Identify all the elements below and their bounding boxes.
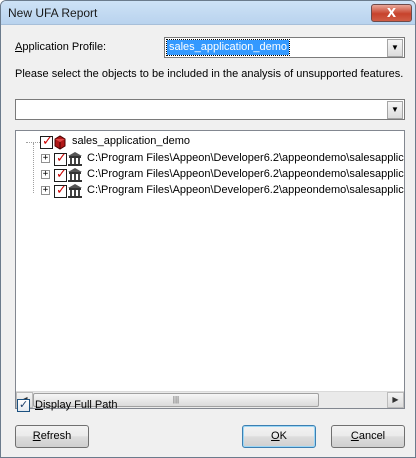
- new-ufa-report-dialog: New UFA Report X Application Profile: sa…: [0, 0, 416, 458]
- expand-icon[interactable]: +: [41, 170, 50, 179]
- item-checkbox[interactable]: ✓: [54, 167, 67, 182]
- expand-icon[interactable]: +: [41, 154, 50, 163]
- tree-item[interactable]: + ✓ C:\Program Files\Appeon\Developer6.2…: [16, 167, 404, 183]
- chevron-down-icon[interactable]: ▼: [387, 101, 403, 119]
- checkmark-icon: ✓: [19, 399, 29, 411]
- tree-item[interactable]: + ✓ C:\Program Files\Appeon\Developer6.2…: [16, 183, 404, 199]
- object-filter-value: [18, 102, 22, 117]
- item-checkbox[interactable]: ✓: [54, 151, 67, 166]
- object-filter-select[interactable]: ▼: [15, 99, 405, 120]
- dialog-body: Application Profile: sales_application_d…: [8, 27, 409, 452]
- scroll-right-icon[interactable]: ▶: [387, 392, 404, 408]
- library-icon: [68, 168, 82, 182]
- application-profile-value: sales_application_demo: [165, 39, 291, 56]
- application-profile-select[interactable]: sales_application_demo ▼: [164, 37, 405, 58]
- instruction-text: Please select the objects to be included…: [15, 68, 404, 80]
- close-icon: X: [386, 6, 397, 20]
- title-bar[interactable]: New UFA Report X: [1, 1, 415, 25]
- display-full-path-checkbox[interactable]: ✓: [17, 399, 30, 412]
- tree-item-label: C:\Program Files\Appeon\Developer6.2\app…: [87, 152, 404, 164]
- item-checkbox[interactable]: ✓: [54, 183, 67, 198]
- checkmark-icon: ✓: [56, 167, 67, 182]
- checkmark-icon: ✓: [56, 183, 67, 198]
- application-profile-label: Application Profile:: [15, 41, 107, 53]
- window-title: New UFA Report: [8, 6, 98, 20]
- tree-root-label: sales_application_demo: [72, 135, 191, 147]
- tree-item-label: C:\Program Files\Appeon\Developer6.2\app…: [87, 184, 404, 196]
- tree-root-row[interactable]: ✓ sales_application_demo: [16, 134, 402, 150]
- library-icon: [68, 152, 82, 166]
- close-button[interactable]: X: [371, 4, 412, 22]
- tree-item-label: C:\Program Files\Appeon\Developer6.2\app…: [87, 168, 404, 180]
- expand-icon[interactable]: +: [41, 186, 50, 195]
- object-tree[interactable]: ✓ sales_application_demo + ✓ C:\Program …: [15, 130, 405, 409]
- checkmark-icon: ✓: [56, 151, 67, 166]
- ok-button[interactable]: OK: [242, 425, 316, 448]
- display-full-path-label[interactable]: Display Full Path: [35, 399, 118, 411]
- refresh-button[interactable]: Refresh: [15, 425, 89, 448]
- tree-item[interactable]: + ✓ C:\Program Files\Appeon\Developer6.2…: [16, 151, 404, 167]
- application-icon: [54, 135, 66, 150]
- cancel-button[interactable]: Cancel: [331, 425, 405, 448]
- chevron-down-icon[interactable]: ▼: [387, 39, 403, 57]
- library-icon: [68, 184, 82, 198]
